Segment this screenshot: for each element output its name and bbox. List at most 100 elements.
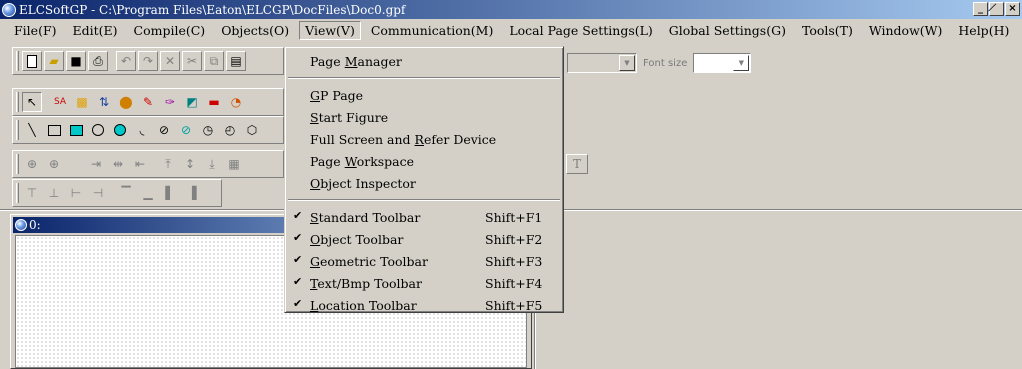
clock-icon[interactable]: ◷	[198, 120, 218, 140]
redo-icon[interactable]: ↷	[138, 51, 158, 71]
view-menu-item[interactable]: Start Figure	[287, 106, 561, 128]
restore-button[interactable]: ̸	[989, 2, 1004, 16]
menu-objects[interactable]: Objects(O)	[215, 21, 295, 40]
align-top-icon[interactable]: ⤒	[158, 154, 178, 174]
toolbar-grip[interactable]	[16, 92, 19, 112]
shortcut-label: Shift+F4	[485, 275, 543, 291]
save-icon[interactable]: ■	[66, 51, 86, 71]
checkmark-icon: ✔	[293, 253, 303, 266]
view-menu-item[interactable]: GP Page	[287, 84, 561, 106]
chart-icon[interactable]: ✑	[160, 92, 180, 112]
align-bottom-icon[interactable]: ⤓	[202, 154, 222, 174]
app-icon[interactable]	[2, 2, 16, 17]
view-menu-item[interactable]: Page Workspace	[287, 150, 561, 172]
size-top-icon[interactable]: ⊤	[22, 183, 42, 203]
menu-compile[interactable]: Compile(C)	[128, 21, 212, 40]
zoom-out-icon[interactable]: ⊕	[44, 154, 64, 174]
menu-help[interactable]: Help(H)	[952, 21, 1015, 40]
bar-icon[interactable]: ▬	[204, 92, 224, 112]
pointer-icon[interactable]: ↖	[22, 92, 42, 112]
view-menu-dropdown: Page Manager GP Page Start Figure Full Scre…	[284, 46, 564, 313]
picture-icon[interactable]: ◩	[182, 92, 202, 112]
view-menu-item[interactable]: Object Inspector	[287, 172, 561, 194]
menu-tools[interactable]: Tools(T)	[796, 21, 859, 40]
window-title-bar: ELCSoftGP - C:\Program Files\Eaton\ELCGP…	[0, 0, 1022, 19]
menu-communication[interactable]: Communication(M)	[365, 21, 500, 40]
location-toolbar: ⊕ ⊕ ⇥ ⇹ ⇤ ⤒ ↕ ⤓ ▦	[12, 150, 284, 178]
button-icon[interactable]: ▩	[72, 92, 92, 112]
align-middle-icon[interactable]: ↕	[180, 154, 200, 174]
menu-bar: File(F) Edit(E) Compile(C) Objects(O) View(V…	[0, 19, 1022, 41]
checkmark-icon: ✔	[293, 275, 303, 288]
align-left-icon[interactable]: ⇥	[86, 154, 106, 174]
view-menu-item-label: Start Figure	[310, 109, 389, 125]
view-menu-item[interactable]: ✔ Standard Toolbar Shift+F1	[287, 206, 561, 228]
minimize-button[interactable]: _	[973, 2, 988, 16]
filled-rectangle-icon[interactable]	[66, 120, 86, 140]
chord-icon[interactable]: ◴	[220, 120, 240, 140]
same-width-icon[interactable]: ▔	[116, 183, 136, 203]
font-select[interactable]: ▼	[567, 53, 637, 73]
same-size-icon[interactable]: ▌	[160, 183, 180, 203]
gauge-icon[interactable]: ◔	[226, 92, 246, 112]
grid-icon[interactable]: ▦	[224, 154, 244, 174]
rectangle-icon[interactable]	[44, 120, 64, 140]
copy-icon[interactable]: ⧉	[204, 51, 224, 71]
arc-icon[interactable]: ◟	[132, 120, 152, 140]
view-menu-item[interactable]: Full Screen and Refer Device	[287, 128, 561, 150]
font-size-select[interactable]: ▼	[693, 53, 752, 73]
sa-icon[interactable]: SA	[50, 92, 70, 112]
menu-file[interactable]: File(F)	[8, 21, 63, 40]
checkmark-icon: ✔	[293, 231, 303, 244]
chevron-down-icon[interactable]: ▼	[733, 55, 750, 71]
delete-icon[interactable]: ✕	[160, 51, 180, 71]
menu-window[interactable]: Window(W)	[863, 21, 949, 40]
circle-icon[interactable]	[88, 120, 108, 140]
close-button[interactable]: ×	[1005, 2, 1020, 16]
text-button[interactable]: T	[566, 154, 588, 174]
meter-icon[interactable]: ⇅	[94, 92, 114, 112]
standard-toolbar: ▰ ■ ⎙ ↶ ↷ ✕ ✂ ⧉ ▤	[12, 47, 284, 75]
toolbar-grip[interactable]	[16, 120, 19, 140]
line-icon[interactable]: ╲	[22, 120, 42, 140]
menu-local-page-settings[interactable]: Local Page Settings(L)	[503, 21, 658, 40]
view-menu-item[interactable]: ✔ Geometric Toolbar Shift+F3	[287, 250, 561, 272]
size-left-icon[interactable]: ⊢	[66, 183, 86, 203]
filled-circle-icon[interactable]	[110, 120, 130, 140]
menu-separator	[288, 199, 560, 201]
ellipse-icon[interactable]: ⊘	[154, 120, 174, 140]
view-menu-item[interactable]: ✔ Object Toolbar Shift+F2	[287, 228, 561, 250]
distribute-icon[interactable]: ▐	[182, 183, 202, 203]
checkmark-icon: ✔	[293, 209, 303, 222]
lamp-icon[interactable]: ⬤	[116, 92, 136, 112]
cut-icon[interactable]: ✂	[182, 51, 202, 71]
view-menu-item-label: Object Toolbar	[310, 231, 404, 247]
align-center-icon[interactable]: ⇹	[108, 154, 128, 174]
toolbar-grip[interactable]	[16, 154, 19, 174]
align-right-icon[interactable]: ⇤	[130, 154, 150, 174]
view-menu-item[interactable]: Page Manager	[287, 50, 561, 72]
view-menu-item[interactable]: ✔ Location Toolbar Shift+F5	[287, 294, 561, 316]
view-menu-item[interactable]: ✔ Text/Bmp Toolbar Shift+F4	[287, 272, 561, 294]
paste-icon[interactable]: ▤	[226, 51, 246, 71]
toolbar-grip[interactable]	[16, 51, 19, 71]
polygon-icon[interactable]: ⬡	[242, 120, 262, 140]
view-menu-item-label: Page Manager	[310, 53, 402, 69]
window-title: ELCSoftGP - C:\Program Files\Eaton\ELCGP…	[19, 2, 406, 17]
menu-edit[interactable]: Edit(E)	[67, 21, 124, 40]
new-file-icon[interactable]	[22, 51, 42, 71]
size-bottom-icon[interactable]: ⊥	[44, 183, 64, 203]
undo-icon[interactable]: ↶	[116, 51, 136, 71]
tool-icon[interactable]: ✎	[138, 92, 158, 112]
same-height-icon[interactable]: ▁	[138, 183, 158, 203]
open-folder-icon[interactable]: ▰	[44, 51, 64, 71]
pie-icon[interactable]: ⊘	[176, 120, 196, 140]
toolbar-grip[interactable]	[16, 183, 19, 203]
print-icon[interactable]: ⎙	[88, 51, 108, 71]
checkmark-icon: ✔	[293, 297, 303, 310]
zoom-in-icon[interactable]: ⊕	[22, 154, 42, 174]
menu-view[interactable]: View(V)	[299, 20, 361, 40]
chevron-down-icon[interactable]: ▼	[619, 55, 635, 71]
size-right-icon[interactable]: ⊣	[88, 183, 108, 203]
menu-global-settings[interactable]: Global Settings(G)	[663, 21, 792, 40]
